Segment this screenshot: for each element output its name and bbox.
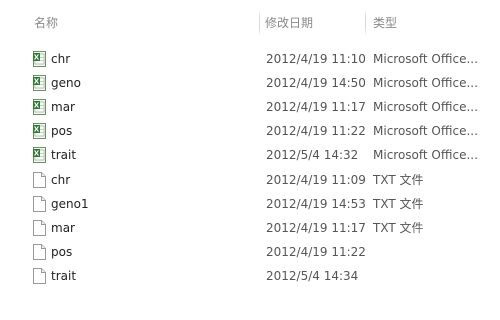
svg-text:X: X — [34, 102, 40, 110]
file-date-modified: 2012/4/19 11:17 — [266, 100, 366, 114]
excel-icon: X — [33, 75, 46, 91]
text-file-icon — [33, 172, 46, 188]
text-file-icon — [33, 268, 46, 284]
text-file-icon — [33, 244, 46, 260]
file-date-modified: 2012/5/4 14:34 — [266, 269, 359, 283]
file-date-modified: 2012/4/19 11:22 — [266, 124, 366, 138]
file-name: pos — [51, 124, 73, 138]
file-name: geno — [51, 76, 81, 90]
svg-text:X: X — [34, 78, 40, 86]
column-header-name[interactable]: 名称 — [34, 14, 58, 32]
file-date-modified: 2012/4/19 11:22 — [266, 245, 366, 259]
excel-icon: X — [33, 147, 46, 163]
file-date-modified: 2012/4/19 11:10 — [266, 52, 366, 66]
file-date-modified: 2012/4/19 11:09 — [266, 173, 366, 187]
svg-text:X: X — [34, 126, 40, 134]
file-row[interactable]: pos 2012/4/19 11:22 — [0, 240, 500, 264]
file-name: mar — [51, 221, 75, 235]
file-row[interactable]: geno1 2012/4/19 14:53 TXT 文件 — [0, 192, 500, 216]
file-type: TXT 文件 — [373, 221, 424, 235]
file-name: trait — [51, 269, 77, 283]
svg-text:X: X — [34, 150, 40, 158]
column-separator[interactable] — [259, 10, 260, 36]
file-name: trait — [51, 148, 77, 162]
text-file-icon — [33, 220, 46, 236]
file-date-modified: 2012/4/19 14:53 — [266, 197, 366, 211]
column-header-bar: 名称 修改日期 类型 — [0, 0, 500, 44]
column-separator[interactable] — [365, 10, 366, 36]
file-type: Microsoft Office... — [373, 100, 478, 114]
text-file-icon — [33, 196, 46, 212]
file-type: Microsoft Office... — [373, 52, 478, 66]
file-type: Microsoft Office... — [373, 124, 478, 138]
file-type: TXT 文件 — [373, 197, 424, 211]
excel-icon: X — [33, 123, 46, 139]
excel-icon: X — [33, 51, 46, 67]
file-row[interactable]: trait 2012/5/4 14:34 — [0, 264, 500, 288]
file-row[interactable]: X pos 2012/4/19 11:22 Microsoft Office..… — [0, 119, 500, 143]
file-row[interactable]: X chr 2012/4/19 11:10 Microsoft Office..… — [0, 47, 500, 71]
file-name: mar — [51, 100, 75, 114]
file-row[interactable]: X trait 2012/5/4 14:32 Microsoft Office.… — [0, 143, 500, 167]
file-row[interactable]: X mar 2012/4/19 11:17 Microsoft Office..… — [0, 95, 500, 119]
excel-icon: X — [33, 99, 46, 115]
file-type: Microsoft Office... — [373, 76, 478, 90]
file-row[interactable]: X geno 2012/4/19 14:50 Microsoft Office.… — [0, 71, 500, 95]
file-type: Microsoft Office... — [373, 148, 478, 162]
file-date-modified: 2012/4/19 14:50 — [266, 76, 366, 90]
file-date-modified: 2012/5/4 14:32 — [266, 148, 359, 162]
file-row[interactable]: mar 2012/4/19 11:17 TXT 文件 — [0, 216, 500, 240]
file-name: chr — [51, 52, 71, 66]
file-name: chr — [51, 173, 71, 187]
file-row[interactable]: chr 2012/4/19 11:09 TXT 文件 — [0, 168, 500, 192]
column-header-type[interactable]: 类型 — [373, 14, 397, 32]
file-date-modified: 2012/4/19 11:17 — [266, 221, 366, 235]
file-name: pos — [51, 245, 73, 259]
svg-text:X: X — [34, 54, 40, 62]
file-type: TXT 文件 — [373, 173, 424, 187]
column-header-date-modified[interactable]: 修改日期 — [265, 14, 313, 32]
file-name: geno1 — [51, 197, 89, 211]
